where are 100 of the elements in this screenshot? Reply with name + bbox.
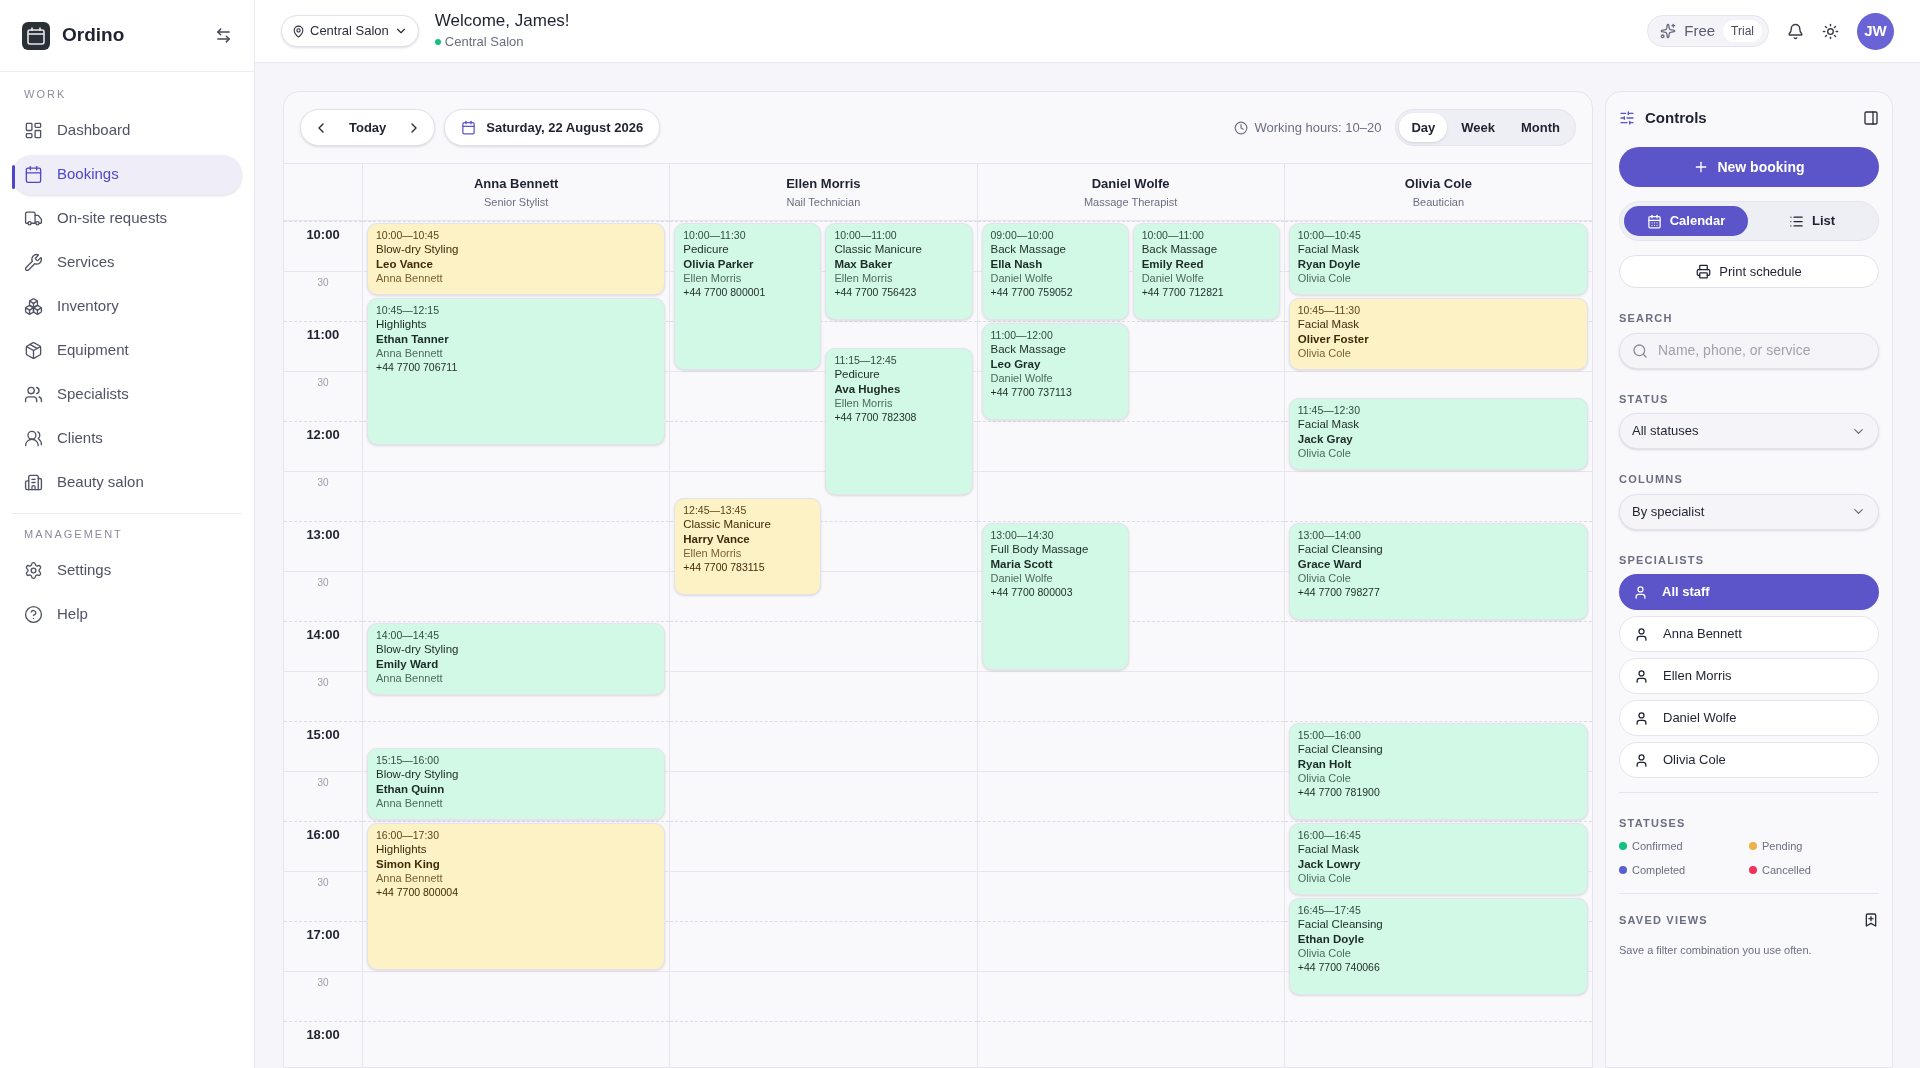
section-label: SEARCH xyxy=(1619,311,1674,326)
booking-card[interactable]: 15:00—16:00 Facial Cleansing Ryan Holt Olivia Cole +44 7700 781900 xyxy=(1288,723,1588,820)
view-tab[interactable]: Week xyxy=(1449,113,1507,142)
booking-specialist: Olivia Cole xyxy=(1297,947,1352,960)
booking-card[interactable]: 13:00—14:00 Facial Cleansing Grace Ward Olivia Cole +44 7700 798277 xyxy=(1288,523,1588,620)
booking-service: Classic Manicure xyxy=(834,242,923,257)
booking-time: 11:15—12:45 xyxy=(834,353,898,367)
status-select[interactable]: All statuses xyxy=(1619,413,1879,449)
booking-card[interactable]: 14:00—14:45 Blow-dry Styling Emily Ward Anna Bennett xyxy=(367,623,666,695)
time-label: 30 xyxy=(317,876,329,890)
location-selector[interactable]: Central Salon xyxy=(281,15,419,47)
nav-item[interactable]: Inventory xyxy=(12,286,242,327)
nav-item[interactable]: Beauty salon xyxy=(12,462,242,503)
notifications-icon[interactable] xyxy=(1787,22,1804,40)
booking-time: 15:15—16:00 xyxy=(376,753,441,767)
booking-specialist: Olivia Cole xyxy=(1297,272,1352,285)
nav-item[interactable]: Help xyxy=(12,594,242,634)
sun-icon[interactable] xyxy=(1822,22,1839,40)
booking-card[interactable]: 10:00—11:30 Pedicure Olivia Parker Ellen Morris +44 7700 800001 xyxy=(674,223,822,370)
booking-client: Ryan Holt xyxy=(1297,757,1353,772)
specialist-filter[interactable]: All staff xyxy=(1619,574,1879,610)
booking-client: Leo Vance xyxy=(376,257,434,272)
nav-item[interactable]: Bookings xyxy=(12,154,242,195)
welcome-title: Welcome, James! xyxy=(434,10,570,33)
booking-card[interactable]: 12:45—13:45 Classic Manicure Harry Vance Ellen Morris +44 7700 783115 xyxy=(674,498,822,595)
search-icon xyxy=(1632,342,1648,359)
columns-select[interactable]: By specialist xyxy=(1619,493,1879,530)
collapse-panel-icon[interactable] xyxy=(1863,110,1879,126)
booking-service: Facial Mask xyxy=(1297,842,1361,857)
section-label: STATUS xyxy=(1619,391,1670,407)
mode-tab[interactable]: Calendar xyxy=(1624,206,1748,236)
booking-client: Ella Nash xyxy=(990,257,1044,272)
status-legend-label: Cancelled xyxy=(1762,863,1811,878)
booking-client: Jack Lowry xyxy=(1297,857,1362,872)
specialist-filter[interactable]: Anna Bennett xyxy=(1619,616,1879,652)
booking-card[interactable]: 11:00—12:00 Back Massage Leo Gray Daniel Wolfe +44 7700 737113 xyxy=(981,323,1129,420)
specialist-filter[interactable]: Daniel Wolfe xyxy=(1619,700,1879,736)
booking-card[interactable]: 16:00—16:45 Facial Mask Jack Lowry Olivia Cole xyxy=(1288,823,1588,895)
pin-icon xyxy=(292,24,305,38)
view-tab[interactable]: Day xyxy=(1399,113,1448,142)
print-schedule-button[interactable]: Print schedule xyxy=(1619,255,1879,288)
nav-item[interactable]: Settings xyxy=(12,550,242,590)
booking-phone: +44 7700 781900 xyxy=(1297,785,1381,799)
booking-specialist: Anna Bennett xyxy=(376,872,444,885)
user-avatar[interactable]: JW xyxy=(1857,12,1894,50)
status-legend-label: Completed xyxy=(1632,863,1686,878)
specialist-filter[interactable]: Olivia Cole xyxy=(1619,742,1879,778)
collapse-sidebar-icon[interactable] xyxy=(215,27,232,44)
booking-service: Back Massage xyxy=(1141,242,1219,257)
booking-card[interactable]: 10:45—12:15 Highlights Ethan Tanner Anna Bennett +44 7700 706711 xyxy=(367,298,666,445)
specialist-filter[interactable]: Ellen Morris xyxy=(1619,658,1879,694)
booking-phone: +44 7700 740066 xyxy=(1297,960,1381,974)
booking-service: Highlights xyxy=(376,317,428,332)
booking-card[interactable]: 10:00—10:45 Blow-dry Styling Leo Vance Anna Bennett xyxy=(367,223,666,295)
plan-label: Free xyxy=(1684,20,1716,41)
nav-item[interactable]: Dashboard xyxy=(12,110,242,151)
booking-service: Facial Mask xyxy=(1297,317,1361,332)
booking-time: 11:45—12:30 xyxy=(1297,403,1362,417)
view-tab[interactable]: Month xyxy=(1509,113,1572,142)
booking-specialist: Olivia Cole xyxy=(1297,872,1352,885)
search-input[interactable]: Name, phone, or service xyxy=(1658,340,1866,361)
booking-service: Facial Mask xyxy=(1297,417,1361,432)
booking-service: Back Massage xyxy=(990,242,1067,257)
section-label: STATUSES xyxy=(1619,816,1687,831)
time-label: 30 xyxy=(317,976,329,990)
nav-item[interactable]: Specialists xyxy=(12,374,242,415)
booking-card[interactable]: 15:15—16:00 Blow-dry Styling Ethan Quinn Anna Bennett xyxy=(367,748,666,820)
specialist-name: Ellen Morris xyxy=(786,175,861,193)
booking-card[interactable]: 13:00—14:30 Full Body Massage Maria Scott Daniel Wolfe +44 7700 800003 xyxy=(981,523,1129,670)
booking-card[interactable]: 11:15—12:45 Pedicure Ava Hughes Ellen Morris +44 7700 782308 xyxy=(825,348,973,495)
plan-pill[interactable]: Free Trial xyxy=(1647,15,1769,47)
booking-specialist: Ellen Morris xyxy=(683,547,743,560)
booking-time: 10:00—10:45 xyxy=(1297,228,1362,242)
nav-item[interactable]: Services xyxy=(12,242,242,283)
bookmark-plus-icon[interactable] xyxy=(1863,911,1879,928)
date-picker[interactable]: Saturday, 22 August 2026 xyxy=(444,109,661,146)
new-booking-button[interactable]: New booking xyxy=(1619,147,1879,187)
nav-item[interactable]: Equipment xyxy=(12,330,242,371)
sparkles-icon xyxy=(1660,23,1677,39)
booking-service: Facial Cleansing xyxy=(1297,742,1384,757)
salon-subtitle: Central Salon xyxy=(444,33,524,52)
booking-card[interactable]: 16:00—17:30 Highlights Simon King Anna Bennett +44 7700 800004 xyxy=(367,823,666,970)
search-field[interactable]: Name, phone, or service xyxy=(1619,332,1879,369)
booking-card[interactable]: 16:45—17:45 Facial Cleansing Ethan Doyle Olivia Cole +44 7700 740066 xyxy=(1288,898,1588,995)
booking-card[interactable]: 10:00—11:00 Classic Manicure Max Baker Ellen Morris +44 7700 756423 xyxy=(825,223,973,320)
booking-card[interactable]: 10:45—11:30 Facial Mask Oliver Foster Olivia Cole xyxy=(1288,298,1588,370)
booking-card[interactable]: 09:00—10:00 Back Massage Ella Nash Daniel Wolfe +44 7700 759052 xyxy=(981,223,1129,320)
booking-specialist: Daniel Wolfe xyxy=(1141,272,1205,285)
booking-card[interactable]: 10:00—10:45 Facial Mask Ryan Doyle Olivia Cole xyxy=(1288,223,1588,295)
booking-card[interactable]: 11:45—12:30 Facial Mask Jack Gray Olivia Cole xyxy=(1288,398,1588,470)
time-label: 16:00 xyxy=(306,826,340,844)
booking-time: 14:00—14:45 xyxy=(376,628,441,642)
mode-tab[interactable]: List xyxy=(1750,206,1874,236)
booking-specialist: Daniel Wolfe xyxy=(990,572,1054,585)
today-button[interactable]: Today xyxy=(339,117,397,138)
booking-time: 13:00—14:30 xyxy=(990,528,1055,542)
booking-card[interactable]: 10:00—11:00 Back Massage Emily Reed Daniel Wolfe +44 7700 712821 xyxy=(1132,223,1280,320)
nav-item[interactable]: Clients xyxy=(12,418,242,459)
nav-item[interactable]: On-site requests xyxy=(12,198,242,239)
booking-service: Facial Mask xyxy=(1297,242,1361,257)
